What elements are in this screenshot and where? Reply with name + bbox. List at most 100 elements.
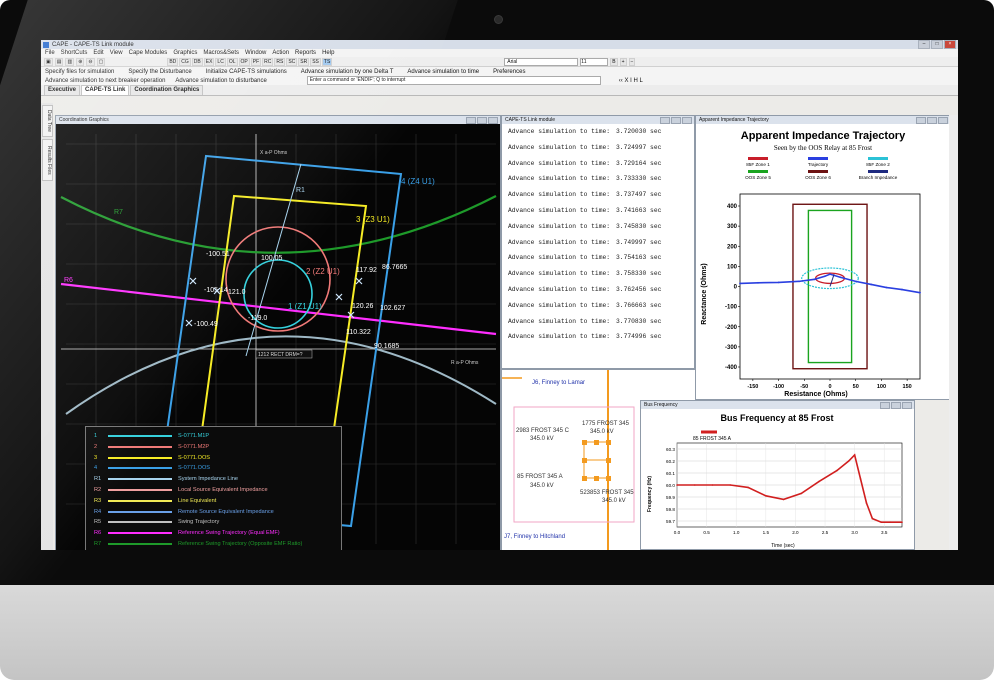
simulation-button[interactable]: Advance simulation to time (407, 69, 479, 75)
module-button-rs[interactable]: RS (274, 57, 286, 66)
bold-icon[interactable]: B (610, 57, 618, 66)
legend-label: 85F Zone 2 (866, 162, 890, 167)
plus-icon[interactable]: + (619, 57, 627, 66)
print-icon[interactable]: ▥ (65, 57, 75, 66)
bus-label: 345.0 kV (530, 483, 554, 489)
module-button-rc[interactable]: RC (262, 57, 274, 66)
module-button-ol[interactable]: OL (226, 57, 238, 66)
right-scrollbar[interactable] (949, 115, 958, 550)
x-axis-label: X a-P Ohms (260, 150, 288, 156)
minimize-icon[interactable] (916, 116, 926, 124)
minimize-icon[interactable]: – (918, 40, 930, 49)
module-button-sr[interactable]: SR (298, 57, 310, 66)
minimize-icon[interactable] (660, 116, 670, 124)
legend-swatch (108, 521, 172, 524)
minimize-icon[interactable] (880, 401, 890, 409)
maximize-icon[interactable] (671, 116, 681, 124)
simulation-log[interactable]: Advance simulation to time: 3.720030 sec A… (502, 124, 694, 345)
log-line: Advance simulation to time: 3.720030 sec (502, 124, 694, 140)
minimize-icon[interactable] (466, 116, 476, 124)
maximize-icon[interactable] (927, 116, 937, 124)
menu-item-action[interactable]: Action (272, 50, 289, 56)
tab-coordination-graphics[interactable]: Coordination Graphics (130, 85, 204, 95)
legend-entry: 1 S-0771.M1P (94, 432, 209, 440)
bus-label: J6, Finney to Lamar (532, 380, 585, 386)
angle-label: 102.627 (380, 305, 405, 312)
log-prefix: Advance simulation to time: (508, 128, 611, 135)
command-tools[interactable]: ‹‹ X I H L (619, 78, 643, 84)
command-input[interactable]: Enter a command or 'ENDIF'; Q to interru… (306, 76, 601, 85)
save-icon[interactable]: ▤ (54, 57, 64, 66)
font-size-select[interactable]: 11 (580, 57, 609, 66)
y-tick-label: -200 (725, 325, 738, 331)
module-button-bd[interactable]: BD (167, 57, 179, 66)
font-select[interactable]: Arial (504, 57, 579, 66)
impedance-window-controls (916, 116, 948, 124)
close-icon[interactable]: × (944, 40, 956, 49)
simulation-button[interactable]: Preferences (493, 69, 525, 75)
chart-title: Apparent Impedance Trajectory (741, 130, 906, 142)
menu-item-help[interactable]: Help (322, 50, 334, 56)
open-icon[interactable]: ▣ (44, 57, 53, 66)
camera-icon (494, 15, 503, 24)
angle-label: 117.92 (356, 267, 377, 274)
legend-label: S-0771.M1P (178, 433, 210, 439)
angle-label: 86.7665 (382, 264, 407, 271)
simulation-button[interactable]: Initialize CAPE-TS simulations (206, 69, 287, 75)
legend-label: Local Source Equivalent Impedance (178, 487, 268, 493)
legend-label: 85F Zone 1 (746, 162, 770, 167)
module-button-lc[interactable]: LC (215, 57, 226, 66)
menu-item-window[interactable]: Window (245, 50, 266, 56)
module-button-ex[interactable]: EX (203, 57, 215, 66)
frequency-point (836, 469, 838, 472)
advance-disturbance-button[interactable]: Advance simulation to disturbance (175, 78, 266, 84)
angle-label: -100.49 (194, 321, 218, 328)
impedance-legend: 85F Zone 1 Trajectory 85F Zone 2 OOS Zone 5… (745, 157, 898, 180)
module-button-cg[interactable]: CG (179, 57, 191, 66)
impedance-chart[interactable]: Apparent Impedance Trajectory Seen by th… (696, 124, 950, 399)
zoom-out-icon[interactable]: ⊖ (86, 57, 95, 66)
maximize-icon[interactable]: □ (931, 40, 943, 49)
screen: CAPE - CAPE-TS Link module – □ × File Sho… (41, 40, 958, 550)
close-icon[interactable] (902, 401, 912, 409)
advance-next-breaker-button[interactable]: Advance simulation to next breaker opera… (45, 78, 165, 84)
tab-bar: Executive CAPE-TS Link Coordination Grap… (41, 85, 958, 96)
zoom-fit-icon[interactable]: ▢ (96, 57, 106, 66)
menu-item-shortcuts[interactable]: ShortCuts (61, 50, 88, 56)
simulation-button[interactable]: Specify the Disturbance (128, 69, 191, 75)
tab-executive[interactable]: Executive (44, 85, 81, 95)
module-button-pf[interactable]: PF (250, 57, 262, 66)
close-icon[interactable] (488, 116, 498, 124)
frequency-chart[interactable]: Bus Frequency at 85 Frost 85 FROST 345 A… (641, 409, 914, 549)
maximize-icon[interactable] (477, 116, 487, 124)
menu-item-macros-sets[interactable]: Macros&Sets (203, 50, 239, 56)
legend-label: System Impedance Line (178, 476, 239, 483)
menu-item-graphics[interactable]: Graphics (173, 50, 197, 56)
simulation-button[interactable]: Advance simulation by one Delta T (301, 69, 394, 75)
zone-3-label: 3 (Z3 U1) (356, 215, 390, 224)
module-button-db[interactable]: DB (191, 57, 203, 66)
menu-item-cape-modules[interactable]: Cape Modules (129, 50, 168, 56)
tab-results-files[interactable]: Results Files (42, 139, 53, 181)
maximize-icon[interactable] (891, 401, 901, 409)
r-x-diagram[interactable]: 4 (Z4 U1) 3 (Z3 U1) 2 (Z2 U1) 1 (Z1 U1) … (56, 124, 500, 550)
simulation-button[interactable]: Specify files for simulation (45, 69, 114, 75)
menu-item-file[interactable]: File (45, 50, 55, 56)
minus-icon[interactable]: − (628, 57, 636, 66)
module-button-ts[interactable]: TS (321, 57, 333, 66)
swing-trajectory (65, 335, 497, 415)
close-icon[interactable] (938, 116, 948, 124)
close-icon[interactable] (682, 116, 692, 124)
menu-item-edit[interactable]: Edit (93, 50, 103, 56)
legend-entry: R1 System Impedance Line (94, 475, 238, 483)
module-button-ss[interactable]: SS (310, 57, 321, 66)
menu-item-view[interactable]: View (110, 50, 123, 56)
log-prefix: Advance simulation to time: (508, 238, 611, 246)
legend-label: OOS Zone 6 (805, 175, 831, 180)
zoom-in-icon[interactable]: ⊕ (76, 57, 85, 66)
module-button-sc[interactable]: SC (286, 57, 298, 66)
tab-cape-ts-link[interactable]: CAPE-TS Link (81, 85, 130, 95)
module-button-op[interactable]: OP (238, 57, 250, 66)
tab-data-tree[interactable]: Data Tree (42, 105, 53, 137)
menu-item-reports[interactable]: Reports (295, 50, 316, 56)
